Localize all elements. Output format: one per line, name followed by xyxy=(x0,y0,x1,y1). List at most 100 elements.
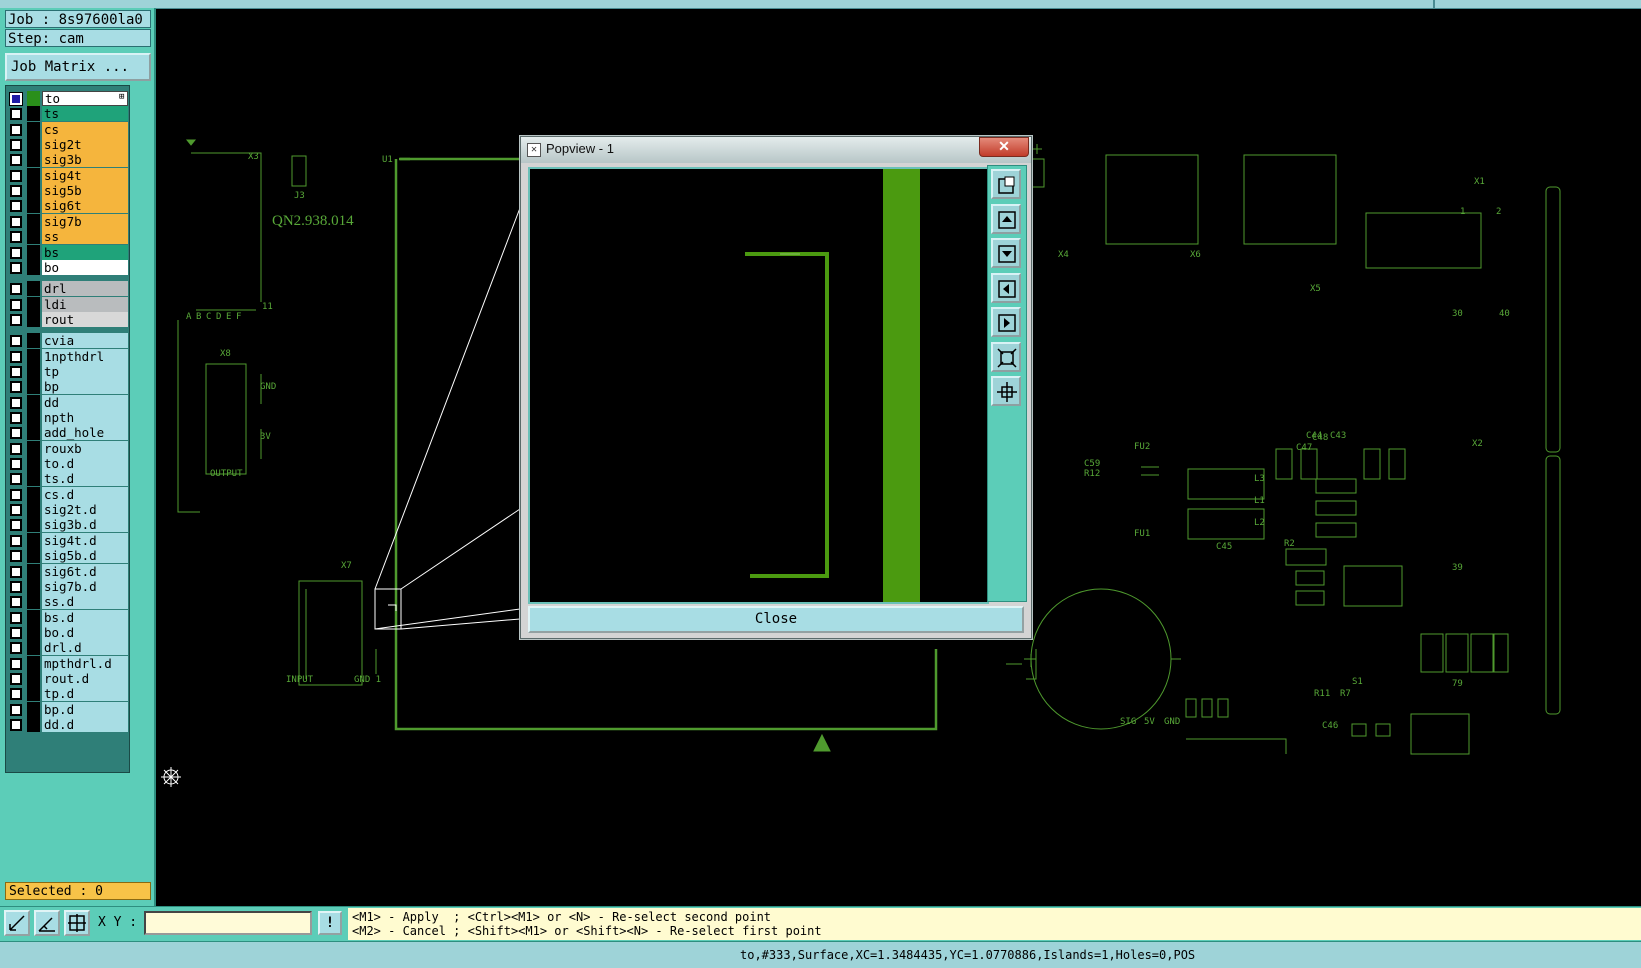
layer-row-dd-d[interactable]: dd.d xyxy=(6,717,129,732)
layer-name[interactable]: to xyxy=(42,91,128,106)
execute-button[interactable]: ! xyxy=(318,911,342,935)
layer-checkbox[interactable] xyxy=(10,642,22,655)
layer-display-swatch[interactable] xyxy=(27,137,40,153)
layer-checkbox[interactable] xyxy=(10,703,22,716)
layer-checkbox[interactable] xyxy=(10,580,22,593)
layer-row-sig4t[interactable]: sig4t xyxy=(6,167,129,183)
layer-name[interactable]: rout.d xyxy=(42,670,128,686)
layer-row-rouxb[interactable]: rouxb xyxy=(6,440,129,456)
layer-display-swatch[interactable] xyxy=(27,486,40,502)
layer-row-sig7b[interactable]: sig7b xyxy=(6,213,129,229)
layer-checkbox[interactable] xyxy=(10,504,22,517)
layer-row-add-hole[interactable]: add_hole xyxy=(6,425,129,441)
layer-name[interactable]: cs.d xyxy=(42,486,128,502)
layer-row-dd[interactable]: dd xyxy=(6,394,129,410)
popview-viewport[interactable] xyxy=(528,167,989,604)
layer-checkbox[interactable] xyxy=(10,488,22,501)
layer-name[interactable]: bo xyxy=(42,259,128,275)
layer-checkbox[interactable] xyxy=(10,519,22,532)
layer-row-bp-d[interactable]: bp.d xyxy=(6,701,129,717)
job-matrix-button[interactable]: Job Matrix ... xyxy=(5,53,151,81)
grid-snap-button[interactable] xyxy=(64,910,90,936)
layer-display-swatch[interactable] xyxy=(27,152,40,168)
layer-display-swatch[interactable] xyxy=(27,106,40,122)
layer-checkbox[interactable] xyxy=(10,626,22,639)
layer-row-rout[interactable]: rout xyxy=(6,311,129,327)
layer-name[interactable]: bp xyxy=(42,379,128,395)
layer-name[interactable]: bo.d xyxy=(42,624,128,640)
layer-row-bs[interactable]: bs xyxy=(6,244,129,260)
layer-checkbox[interactable] xyxy=(10,298,22,311)
layer-display-swatch[interactable] xyxy=(27,670,40,686)
window-close-button[interactable]: ✕ xyxy=(979,137,1029,157)
layer-name[interactable]: rouxb xyxy=(42,440,128,456)
layer-checkbox[interactable] xyxy=(10,169,22,182)
layer-name[interactable]: bs.d xyxy=(42,609,128,625)
layer-name[interactable]: bs xyxy=(42,244,128,260)
layer-checkbox[interactable] xyxy=(10,365,22,378)
pan-right-button[interactable] xyxy=(991,307,1021,337)
layer-row-drl[interactable]: drl xyxy=(6,281,129,297)
layer-name[interactable]: sig3b xyxy=(42,152,128,168)
layer-row-bs-d[interactable]: bs.d xyxy=(6,609,129,625)
layer-checkbox[interactable] xyxy=(10,185,22,198)
layer-row-1npthdrl[interactable]: 1npthdrl xyxy=(6,348,129,364)
layer-row-sig3b[interactable]: sig3b xyxy=(6,152,129,168)
layer-display-swatch[interactable] xyxy=(27,348,40,364)
layer-row-ss-d[interactable]: ss.d xyxy=(6,594,129,610)
layer-checkbox[interactable] xyxy=(10,611,22,624)
layer-display-swatch[interactable] xyxy=(27,440,40,456)
layer-name[interactable]: npth xyxy=(42,410,128,425)
layer-name[interactable]: cs xyxy=(42,121,128,137)
layer-name[interactable]: sig2t.d xyxy=(42,502,128,518)
layer-checkbox[interactable] xyxy=(10,93,22,105)
layer-display-swatch[interactable] xyxy=(27,548,40,564)
layer-name[interactable]: drl.d xyxy=(42,640,128,656)
layer-display-swatch[interactable] xyxy=(27,425,40,441)
layer-row-ts[interactable]: ts xyxy=(6,106,129,122)
layer-name[interactable]: drl xyxy=(42,281,128,297)
layer-row-sig7b-d[interactable]: sig7b.d xyxy=(6,578,129,594)
pan-down-button[interactable] xyxy=(991,238,1021,268)
layer-display-swatch[interactable] xyxy=(27,91,40,106)
layer-display-swatch[interactable] xyxy=(27,311,40,327)
layer-name[interactable]: dd.d xyxy=(42,717,128,732)
pan-left-button[interactable] xyxy=(991,272,1021,303)
layer-display-swatch[interactable] xyxy=(27,296,40,312)
layer-name[interactable]: sig2t xyxy=(42,137,128,153)
layer-row-bo[interactable]: bo xyxy=(6,259,129,275)
layer-display-swatch[interactable] xyxy=(27,517,40,533)
layer-display-swatch[interactable] xyxy=(27,183,40,199)
layer-row-ts-d[interactable]: ts.d xyxy=(6,471,129,487)
layer-checkbox[interactable] xyxy=(10,283,22,296)
layer-display-swatch[interactable] xyxy=(27,198,40,214)
layer-row-bp[interactable]: bp xyxy=(6,379,129,395)
layer-name[interactable]: rout xyxy=(42,311,128,327)
layer-display-swatch[interactable] xyxy=(27,471,40,487)
layer-display-swatch[interactable] xyxy=(27,532,40,548)
layer-row-npth[interactable]: npth xyxy=(6,410,129,425)
layer-name[interactable]: sig6t xyxy=(42,198,128,214)
layer-row-sig4t-d[interactable]: sig4t.d xyxy=(6,532,129,548)
pan-up-button[interactable] xyxy=(991,203,1021,234)
layer-name[interactable]: ss.d xyxy=(42,594,128,610)
layer-checkbox[interactable] xyxy=(10,657,22,670)
layer-checkbox[interactable] xyxy=(10,565,22,578)
layer-row-drl-d[interactable]: drl.d xyxy=(6,640,129,656)
layer-name[interactable]: sig6t.d xyxy=(42,563,128,579)
layer-name[interactable]: sig5b xyxy=(42,183,128,199)
layer-checkbox[interactable] xyxy=(10,458,22,471)
layer-row-to-d[interactable]: to.d xyxy=(6,456,129,472)
layer-checkbox[interactable] xyxy=(10,427,22,440)
layer-name[interactable]: add_hole xyxy=(42,425,128,441)
layer-checkbox[interactable] xyxy=(10,139,22,152)
layer-checkbox[interactable] xyxy=(10,442,22,455)
zoom-extents-button[interactable] xyxy=(991,341,1021,372)
layer-name[interactable]: to.d xyxy=(42,456,128,472)
layer-row-tp-d[interactable]: tp.d xyxy=(6,686,129,702)
layer-name[interactable]: sig7b xyxy=(42,213,128,229)
layer-display-swatch[interactable] xyxy=(27,456,40,472)
layer-checkbox[interactable] xyxy=(10,108,22,121)
layer-name[interactable]: mpthdrl.d xyxy=(42,655,128,671)
layer-display-swatch[interactable] xyxy=(27,655,40,671)
